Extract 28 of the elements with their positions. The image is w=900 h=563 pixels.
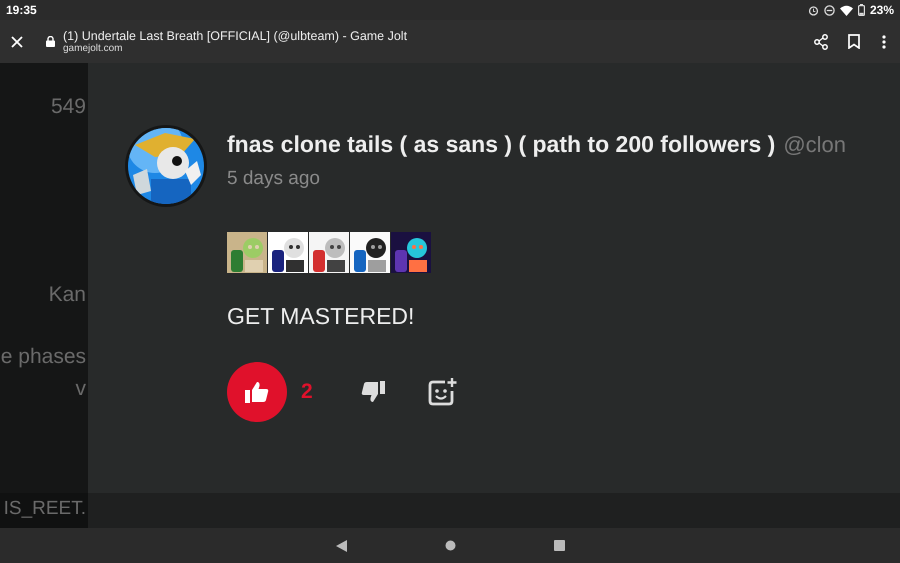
battery-percent: 23%: [870, 3, 894, 17]
do-not-disturb-icon: [824, 4, 835, 16]
background-text: IS_REET.: [4, 498, 86, 520]
author-name[interactable]: fnas clone tails ( as sans ) ( path to 200 followers ): [227, 131, 776, 158]
background-text: e phases: [0, 345, 86, 369]
lock-icon: [46, 36, 55, 47]
alarm-icon: [808, 4, 819, 16]
thumbs-up-icon: [245, 381, 269, 403]
dislike-button[interactable]: [361, 381, 385, 403]
post-time: 5 days ago: [227, 168, 321, 190]
back-icon[interactable]: [336, 540, 346, 552]
background-text: v: [76, 377, 86, 401]
like-count: 2: [301, 380, 314, 404]
clock-time: 19:35: [6, 3, 37, 17]
home-icon[interactable]: [444, 540, 456, 551]
wifi-icon: [840, 4, 853, 16]
post-message: GET MASTERED!: [227, 303, 416, 330]
share-icon[interactable]: [814, 34, 828, 50]
page-url: gamejolt.com: [63, 43, 124, 54]
more-icon[interactable]: [882, 34, 886, 48]
page-title: (1) Undertale Last Breath [OFFICIAL] (@ulbteam) - Game Jolt: [63, 29, 408, 43]
bookmark-icon[interactable]: [848, 34, 860, 49]
background-text: Kan: [48, 283, 86, 307]
author-handle: @clon: [783, 132, 846, 158]
recents-icon[interactable]: [554, 540, 564, 551]
background-text: 549: [50, 95, 86, 119]
battery-icon: [858, 4, 865, 16]
add-sticker-button[interactable]: [427, 377, 457, 407]
